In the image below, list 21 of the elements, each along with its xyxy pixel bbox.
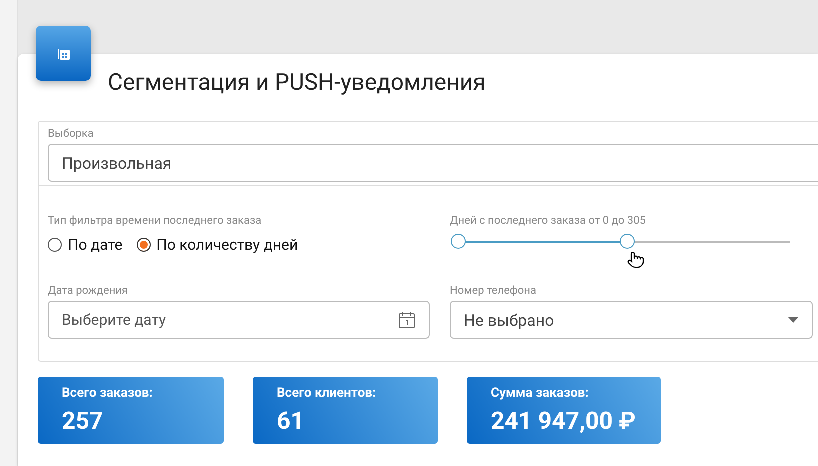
- field-label: Выборка: [48, 127, 95, 140]
- date-field[interactable]: Выберите дату: [48, 301, 430, 339]
- field-label: Тип фильтра времени последнего заказа: [48, 214, 263, 227]
- stat-value: 241 947,00 ₽: [491, 407, 637, 435]
- calendar-icon: [398, 311, 416, 329]
- stat-label: Всего заказов:: [62, 386, 154, 401]
- stat-label: Всего клиентов:: [277, 386, 378, 401]
- stat-label: Сумма заказов:: [491, 386, 590, 401]
- field-label: Дата рождения: [48, 284, 130, 297]
- slider-label: Дней с последнего заказа от 0 до 305: [450, 214, 647, 227]
- phone-dropdown[interactable]: Не выбрано: [450, 301, 813, 339]
- hand-cursor-icon: [627, 251, 646, 269]
- stat-value: 257: [62, 407, 104, 435]
- calculator-icon: [56, 46, 70, 60]
- selection-field[interactable]: Произвольная: [48, 144, 818, 182]
- stat-value: 61: [277, 407, 306, 435]
- dropdown-caret-icon: [788, 317, 799, 323]
- radio-option[interactable]: По количеству дней: [136, 236, 298, 254]
- radio-option[interactable]: По дате: [48, 236, 123, 254]
- page-title: Сегментация и PUSH-уведомления: [107, 68, 487, 98]
- field-label: Номер телефона: [450, 284, 538, 297]
